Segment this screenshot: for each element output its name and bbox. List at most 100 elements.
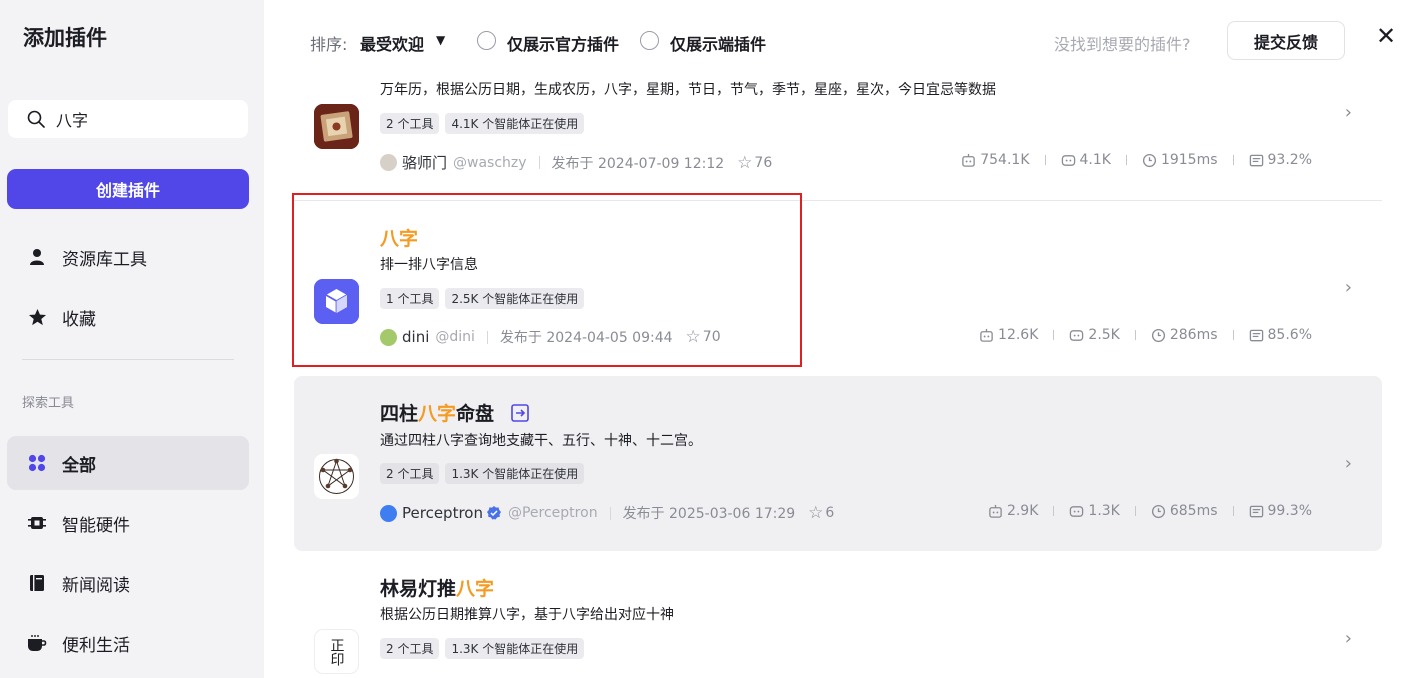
divider [1232,330,1234,340]
category-convenient-life[interactable]: 便利生活 [7,616,249,670]
sidebar-item-label: 收藏 [62,309,96,330]
star-count: 76 [754,154,773,171]
divider [1044,155,1046,165]
latency-stat: 685ms [1151,503,1218,519]
user-icon [27,247,47,267]
agent-count-stat: 2.5K [1069,327,1120,343]
sidebar-item-favorites[interactable]: 收藏 [7,290,249,344]
create-plugin-button[interactable]: 创建插件 [7,169,249,209]
chip-icon [27,513,47,533]
clock-icon [1142,153,1157,167]
plugin-thumbnail: 正印 [314,629,359,674]
tool-count-tag: 2 个工具 [380,113,440,134]
thumbnail-text: 正印 [328,637,345,666]
usage-tag: 1.3K 个智能体正在使用 [445,463,585,484]
divider [1053,506,1055,516]
category-label: 新闻阅读 [62,575,130,596]
cup-icon [27,633,47,653]
divider [1232,506,1234,516]
success-rate-stat: 85.6% [1249,327,1312,343]
call-count-stat: 2.9K [988,503,1038,519]
bot-icon [962,153,976,167]
usage-tag: 4.1K 个智能体正在使用 [445,113,585,134]
category-news-reading[interactable]: 新闻阅读 [7,556,249,610]
stat-value: 685ms [1169,503,1218,519]
tool-count-tag: 2 个工具 [380,463,440,484]
title-highlight: 八字 [418,403,457,425]
bot-icon [980,328,993,342]
plugin-stats: 2.9K 1.3K 685ms 99.3% [988,503,1312,519]
plugin-description: 根据公历日期推算八字，基于八字给出对应十神 [380,607,674,623]
category-smart-hardware[interactable]: 智能硬件 [7,496,249,550]
divider [1125,155,1127,165]
grid-icon [27,453,47,473]
publish-date: 发布于 2024-07-09 12:12 [551,155,725,172]
avatar [380,504,397,522]
section-label: 探索工具 [22,396,75,411]
sidebar: 添加插件 八字 创建插件 资源库工具 收藏 探索工具 全部 智能硬件 新闻阅读 [0,0,264,678]
title-highlight: 八字 [456,578,495,600]
clock-icon [1151,328,1165,342]
chevron-right-icon[interactable]: › [1345,277,1352,298]
verified-badge-icon [486,506,501,520]
message-icon [1249,329,1263,341]
stat-value: 754.1K [980,152,1030,168]
latency-stat: 1915ms [1142,152,1218,168]
stat-value: 99.3% [1267,503,1312,519]
chevron-right-icon[interactable]: › [1345,628,1352,649]
success-rate-stat: 93.2% [1249,152,1312,168]
tool-count-tag: 2 个工具 [380,638,440,659]
author-name[interactable]: Perceptron [402,504,483,522]
message-icon [1249,154,1263,166]
plugin-card[interactable]: 万年历，根据公历日期，生成农历，八字，星期，节日，节气，季节，星座，星次，今日宜… [294,25,1382,200]
open-link-icon[interactable] [510,404,529,422]
plugin-card[interactable]: 四柱八字命盘 通过四柱八字查询地支藏干、五行、十神、十二宫。 2 个工具 1.3… [294,376,1382,551]
call-count-stat: 12.6K [979,327,1038,343]
plugin-title: 林易灯推八字 [380,574,494,601]
plugin-thumbnail [314,104,359,149]
plugin-stats: 12.6K 2.5K 286ms 85.6% [979,327,1312,343]
sidebar-item-label: 资源库工具 [62,249,147,270]
search-input[interactable]: 八字 [8,100,248,138]
divider [538,156,540,169]
latency-stat: 286ms [1151,327,1218,343]
agent-count-stat: 1.3K [1069,503,1120,519]
title-text: 四柱 [380,403,419,425]
success-rate-stat: 99.3% [1249,503,1312,519]
sidebar-item-library-tools[interactable]: 资源库工具 [7,230,249,284]
author-name[interactable]: 骆师门 [402,152,447,173]
stat-value: 2.5K [1088,327,1120,343]
plugin-card[interactable]: 林易灯推八字 根据公历日期推算八字，基于八字给出对应十神 正印 2 个工具 1.… [294,551,1382,678]
chevron-right-icon[interactable]: › [1345,102,1352,123]
plugin-title: 四柱八字命盘 [380,399,529,426]
divider [1053,330,1055,340]
usage-tag: 1.3K 个智能体正在使用 [445,638,585,659]
publish-date: 发布于 2025-03-06 17:29 [622,506,796,522]
highlight-annotation-box [292,193,802,367]
category-all[interactable]: 全部 [7,436,249,490]
divider [609,506,611,520]
chevron-right-icon[interactable]: › [1345,453,1352,474]
plugin-tags: 2 个工具 1.3K 个智能体正在使用 [380,463,585,484]
divider [22,359,234,360]
search-value: 八字 [56,111,89,130]
stat-value: 286ms [1169,327,1218,343]
category-label: 便利生活 [62,635,130,656]
plugin-meta: Perceptron @Perceptron 发布于 2025-03-06 17… [380,503,834,523]
search-icon [27,110,45,128]
stat-value: 2.9K [1006,503,1039,519]
panel-title: 添加插件 [23,26,107,50]
title-text: 林易灯推 [380,578,457,600]
stat-value: 1915ms [1160,152,1218,168]
book-icon [27,573,47,593]
avatar [380,154,397,171]
title-text: 命盘 [456,403,495,425]
clock-icon [1151,504,1165,518]
plugin-description: 万年历，根据公历日期，生成农历，八字，星期，节日，节气，季节，星座，星次，今日宜… [380,82,996,98]
author-handle: @Perceptron [507,505,598,521]
plugin-stats: 754.1K 4.1K 1915ms 93.2% [961,152,1312,168]
stat-value: 1.3K [1088,503,1120,519]
category-label: 智能硬件 [62,515,130,536]
stat-value: 12.6K [998,327,1039,343]
